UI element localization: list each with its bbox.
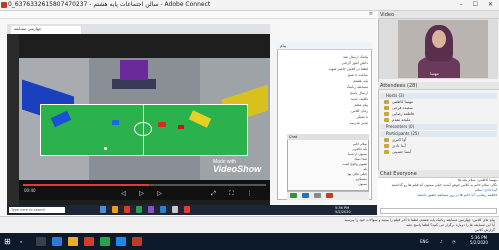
video-pod-title: Video (378, 11, 499, 19)
remote-taskbar-icon[interactable] (148, 206, 154, 213)
videoshow-watermark: Made with VideoShow (213, 160, 261, 174)
taskbar-date: 5/2/2020 (470, 240, 488, 245)
attendee-name: آوا اکبری (392, 137, 407, 142)
banner-stand (112, 79, 156, 89)
user-icon (384, 106, 389, 110)
remote-clock: 5:36 PM 5/2/2020 (335, 206, 351, 214)
attendee-name: فاطمه رضایی (392, 111, 414, 116)
taskbar-app-icon[interactable] (84, 237, 94, 246)
watermark-brand: VideoShow (213, 164, 262, 174)
attendees-title: Attendees (380, 83, 406, 89)
window-controls[interactable]: – ☐ ✕ (460, 1, 497, 8)
popup-line: مدیر مدرسه (349, 121, 368, 125)
chat-message: فاطمه رضایی: آیا خانم ها در روز مسابقه ح… (417, 193, 497, 197)
attendee-list: Hosts (3) مهسا کاظمی سعیده فرجی فاطمه رض… (380, 92, 497, 155)
attendee-name: ملیحه مقدم (392, 117, 411, 122)
taskbar-app-icon[interactable] (52, 237, 62, 246)
remote-taskbar-icon[interactable] (136, 206, 142, 213)
user-icon (384, 138, 389, 142)
remote-taskbar-icon[interactable] (172, 206, 178, 213)
start-button[interactable]: ⊞ (4, 237, 13, 246)
robot-red (158, 122, 166, 127)
notes-line: آیا این مسابقه ها را دوباره برگزار می کن… (406, 223, 495, 227)
user-icon (384, 150, 389, 154)
remote-taskbar-icon[interactable] (112, 206, 118, 213)
user-icon (384, 118, 389, 122)
remote-date: 5/2/2020 (335, 210, 351, 214)
remote-taskbar-icon[interactable] (160, 206, 166, 213)
inner-chat-button[interactable] (314, 193, 321, 198)
seek-bar[interactable] (23, 184, 266, 186)
pip-icon[interactable]: ⤢ (210, 190, 217, 197)
browser-tab-strip: چهارمین مسابقه (7, 24, 280, 34)
remote-taskbar-icon[interactable] (184, 206, 190, 213)
volume-icon[interactable]: ♪ (440, 239, 443, 244)
seek-progress (23, 184, 150, 186)
robot-red-2 (178, 125, 184, 129)
inner-chat-title: Chat (287, 134, 369, 140)
notes-line: پیام های کلاس: چهارمین مسابقه رباتیک پای… (344, 218, 495, 222)
user-icon (384, 144, 389, 148)
attendee-item[interactable]: ملیحه مقدم (380, 117, 497, 123)
chat-scope[interactable]: Everyone (393, 171, 417, 177)
inner-chat-button[interactable] (302, 193, 309, 198)
remote-taskbar-icon[interactable] (124, 206, 130, 213)
taskbar-app-icon[interactable] (100, 237, 110, 246)
presenter-name: مهسا (430, 71, 439, 76)
adobe-connect-taskbar-icon[interactable] (132, 237, 142, 246)
popup-header: پیام (277, 42, 372, 50)
inner-chat-lines: سلام خانم بله حاضرم ممنون از شما صدا نمی… (289, 142, 367, 187)
inner-chat-button[interactable] (326, 193, 333, 198)
taskbar-app-icon[interactable] (116, 237, 126, 246)
inner-chat-line: ممنون (358, 182, 367, 186)
attendee-name: مهسا کاظمی (392, 99, 413, 104)
fullscreen-icon[interactable]: ⛶ (228, 190, 235, 197)
attendees-pod-title: Attendees (28) (378, 82, 499, 90)
more-icon[interactable]: ⋮ (246, 190, 253, 197)
browser-tab[interactable]: چهارمین مسابقه (11, 26, 81, 34)
chat-title: Chat (380, 171, 392, 177)
banner (120, 60, 148, 80)
video-time: 00:40 (24, 188, 36, 193)
notes-line: گزارش کلاس (474, 228, 495, 232)
browser-sidebar (7, 34, 19, 212)
chat-input[interactable] (380, 208, 497, 214)
attendee-item[interactable]: آیسا حسینی (380, 149, 497, 155)
task-view-icon[interactable] (36, 237, 46, 246)
window-title-bar: 0_6376332615807470237 - سالن اجتماعات پا… (0, 0, 499, 11)
user-icon (384, 112, 389, 116)
chat-pod-title: Chat Everyone (378, 170, 499, 178)
attendee-name: آیدا دادی (392, 143, 406, 148)
field-center-circle (134, 122, 152, 136)
remote-taskbar-icon[interactable] (100, 206, 106, 213)
share-pod-menu-icon[interactable]: ≡ (369, 11, 373, 17)
adobe-connect-icon (1, 2, 7, 8)
tray-lang[interactable]: ENG (420, 239, 429, 244)
rewind-icon[interactable]: ◁ (120, 190, 127, 197)
folder-icon[interactable] (68, 237, 78, 246)
share-pod-header: ≡ (0, 11, 377, 19)
robot-blue (112, 120, 119, 125)
window-title: 0_6376332615807470237 - سالن اجتماعات پا… (8, 1, 211, 8)
ball (104, 147, 107, 150)
presenter-face (432, 30, 446, 48)
attendee-group-presenters[interactable]: Presenters (0) (380, 124, 497, 130)
inner-chat-button[interactable] (290, 193, 297, 198)
popup-title: پیام (280, 43, 287, 48)
play-icon[interactable]: ▷ (138, 190, 145, 197)
popup-lines: پیامک ارسال شد دانش آموز گرامی لطفا در ک… (282, 54, 368, 126)
remote-search-box[interactable]: Type here to search (9, 207, 65, 213)
search-icon[interactable]: ⌕ (20, 239, 22, 244)
forward-icon[interactable]: ▷ (156, 190, 163, 197)
attendees-count: (28) (407, 83, 418, 89)
attendee-name: سعیده فرجی (392, 105, 413, 110)
taskbar-clock[interactable]: 5:36 PM 5/2/2020 (465, 235, 493, 245)
network-icon[interactable]: ◔ (452, 239, 456, 244)
notes-strip: پیام های کلاس: چهارمین مسابقه رباتیک پای… (0, 216, 499, 233)
attendee-name: آیسا حسینی (392, 149, 412, 154)
user-icon (384, 100, 389, 104)
